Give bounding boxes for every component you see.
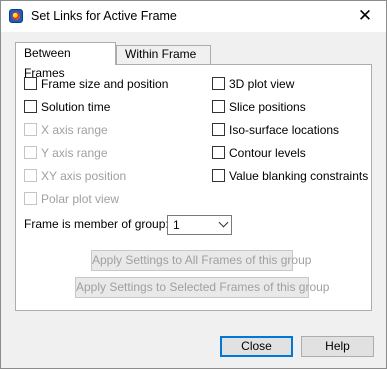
checkbox-label: Solution time (41, 100, 111, 114)
checkbox-box (24, 192, 37, 205)
checkbox-box[interactable] (24, 100, 37, 113)
tab-between-frames[interactable]: Between Frames (15, 42, 116, 80)
tab-panel: Frame size and position Solution time X … (15, 64, 372, 311)
checkbox-label: 3D plot view (229, 77, 295, 91)
group-value: 1 (173, 218, 180, 232)
checkbox-label: Value blanking constraints (229, 169, 369, 183)
group-label: Frame is member of group: (24, 217, 169, 231)
tab-within-frame[interactable]: Within Frame (116, 45, 211, 64)
apply-selected-frames-button[interactable]: Apply Settings to Selected Frames of thi… (75, 277, 329, 298)
checkbox-label: XY axis position (41, 169, 127, 183)
close-button[interactable]: Close (220, 336, 293, 357)
checkbox-box (24, 123, 37, 136)
chevron-down-icon[interactable] (218, 217, 229, 228)
checkbox-box (24, 169, 37, 182)
app-icon (9, 9, 23, 23)
dialog-window: Set Links for Active Frame ✕ Between Fra… (0, 0, 387, 369)
checkbox-label: Slice positions (229, 100, 306, 114)
checkbox-box[interactable] (212, 169, 225, 182)
checkbox-label: Y axis range (41, 146, 108, 160)
title-bar: Set Links for Active Frame ✕ (1, 1, 386, 32)
checkbox-label: Polar plot view (41, 192, 120, 206)
group-select[interactable]: 1 (167, 215, 232, 235)
close-icon[interactable]: ✕ (352, 4, 378, 28)
checkbox-box[interactable] (212, 123, 225, 136)
checkbox-box (24, 146, 37, 159)
help-button[interactable]: Help (301, 336, 374, 357)
checkbox-box[interactable] (212, 100, 225, 113)
checkbox-box[interactable] (212, 146, 225, 159)
apply-all-frames-button[interactable]: Apply Settings to All Frames of this gro… (91, 250, 311, 271)
checkbox-label: X axis range (41, 123, 108, 137)
checkbox-box[interactable] (212, 77, 225, 90)
checkbox-label: Contour levels (229, 146, 306, 160)
window-title: Set Links for Active Frame (31, 9, 177, 23)
checkbox-label: Iso-surface locations (229, 123, 340, 137)
